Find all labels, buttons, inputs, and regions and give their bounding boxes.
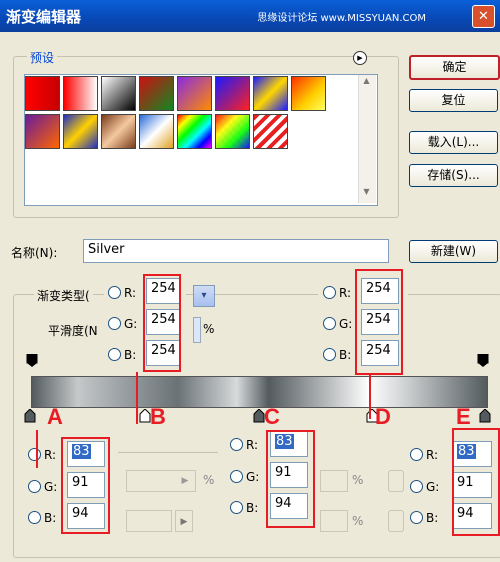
annotation-letter-b: B: [150, 404, 166, 429]
radio-g-top-left[interactable]: [108, 317, 121, 330]
label-g-a: G:: [44, 480, 58, 494]
type-dropdown-button[interactable]: ▾: [193, 285, 215, 307]
annotation-box-top-left: [143, 274, 181, 372]
opacity-arrow-button: ▶: [181, 476, 189, 486]
bottom-line-left: [118, 452, 218, 453]
opacity-input-c: [320, 470, 348, 492]
radio-r-c[interactable]: [230, 438, 243, 451]
radio-g-top-right[interactable]: [323, 317, 336, 330]
preset-swatch[interactable]: [177, 114, 212, 149]
label-r-top-left: R:: [124, 286, 137, 300]
presets-scrollbar[interactable]: [358, 75, 376, 203]
radio-b-top-right[interactable]: [323, 348, 336, 361]
preset-swatch[interactable]: [101, 76, 136, 111]
preset-swatch[interactable]: [291, 76, 326, 111]
preset-swatch[interactable]: [25, 114, 60, 149]
preset-swatch[interactable]: [101, 114, 136, 149]
watermark-text: 思缘设计论坛 www.MISSYUAN.COM: [257, 13, 426, 24]
disabled-box-e2: [388, 510, 404, 532]
location-arrow-button: ▶: [175, 510, 193, 532]
preset-swatch[interactable]: [25, 76, 60, 111]
label-b-a: B:: [44, 511, 57, 525]
radio-g-e[interactable]: [410, 480, 423, 493]
radio-r-top-right[interactable]: [323, 286, 336, 299]
new-button[interactable]: 新建(W): [409, 240, 498, 263]
label-b-c: B:: [246, 501, 259, 515]
preset-swatch[interactable]: [215, 76, 250, 111]
color-stop-a[interactable]: [24, 409, 36, 423]
gradient-type-label: 渐变类型(: [34, 287, 93, 304]
load-button[interactable]: 载入(L)...: [409, 131, 498, 154]
percent-label-c1: %: [352, 473, 364, 487]
radio-b-c[interactable]: [230, 501, 243, 514]
reset-button[interactable]: 复位: [409, 89, 498, 112]
opacity-stop-right[interactable]: [477, 354, 489, 368]
percent-label-c2: %: [352, 514, 364, 528]
name-input[interactable]: Silver: [83, 239, 389, 263]
label-b-top-left: B:: [124, 348, 137, 362]
label-g-top-right: G:: [339, 317, 353, 331]
smoothness-slider-stub[interactable]: [193, 317, 201, 343]
annotation-letter-c: C: [264, 404, 280, 429]
preset-swatch[interactable]: [177, 76, 212, 111]
location-input: [126, 510, 172, 532]
disabled-box-e1: [388, 470, 404, 492]
label-g-top-left: G:: [124, 317, 138, 331]
label-g-e: G:: [426, 480, 440, 494]
scroll-up-button[interactable]: ▲: [359, 76, 374, 91]
annotation-letter-d: D: [375, 404, 391, 429]
radio-r-a[interactable]: [28, 448, 41, 461]
name-label: 名称(N):: [11, 246, 58, 260]
ok-button[interactable]: 确定: [409, 55, 500, 80]
connector-d: [369, 374, 371, 419]
window-title: 渐变编辑器: [6, 8, 82, 26]
annotation-letter-e: E: [456, 404, 471, 429]
connector-a: [36, 430, 38, 468]
close-button[interactable]: ✕: [472, 5, 495, 28]
annotation-box-top-right: [355, 269, 403, 375]
radio-r-e[interactable]: [410, 448, 423, 461]
radio-b-top-left[interactable]: [108, 348, 121, 361]
preset-swatch[interactable]: [63, 114, 98, 149]
radio-r-top-left[interactable]: [108, 286, 121, 299]
preset-swatch[interactable]: [139, 114, 174, 149]
label-r-top-right: R:: [339, 286, 352, 300]
radio-b-e[interactable]: [410, 511, 423, 524]
preset-swatch[interactable]: [63, 76, 98, 111]
gradient-bar[interactable]: [31, 376, 488, 408]
label-r-e: R:: [426, 448, 439, 462]
opacity-stop-left[interactable]: [26, 354, 38, 368]
preset-swatch[interactable]: [139, 76, 174, 111]
preset-swatch[interactable]: [253, 76, 288, 111]
annotation-box-e: [452, 428, 500, 536]
location-input-c: [320, 510, 348, 532]
annotation-box-c: [266, 430, 315, 528]
annotation-letter-a: A: [47, 404, 63, 429]
scroll-down-button[interactable]: ▼: [359, 187, 374, 202]
label-b-top-right: B:: [339, 348, 352, 362]
label-r-a: R:: [44, 448, 57, 462]
radio-b-a[interactable]: [28, 511, 41, 524]
radio-g-a[interactable]: [28, 480, 41, 493]
smoothness-label: 平滑度(N: [48, 324, 98, 338]
label-g-c: G:: [246, 470, 260, 484]
preset-swatch[interactable]: [253, 114, 288, 149]
percent-label-top: %: [203, 322, 215, 336]
annotation-box-a: [61, 437, 110, 534]
connector-b: [136, 372, 138, 424]
presets-label: 预设: [27, 49, 58, 66]
presets-menu-icon[interactable]: ▶: [353, 51, 367, 65]
save-button[interactable]: 存储(S)...: [409, 164, 498, 187]
label-b-e: B:: [426, 511, 439, 525]
title-bar: 渐变编辑器 思缘设计论坛 www.MISSYUAN.COM ✕: [0, 0, 500, 32]
percent-label-a: %: [203, 473, 215, 487]
preset-swatch[interactable]: [215, 114, 250, 149]
color-stop-e[interactable]: [479, 409, 491, 423]
label-r-c: R:: [246, 438, 259, 452]
radio-g-c[interactable]: [230, 470, 243, 483]
